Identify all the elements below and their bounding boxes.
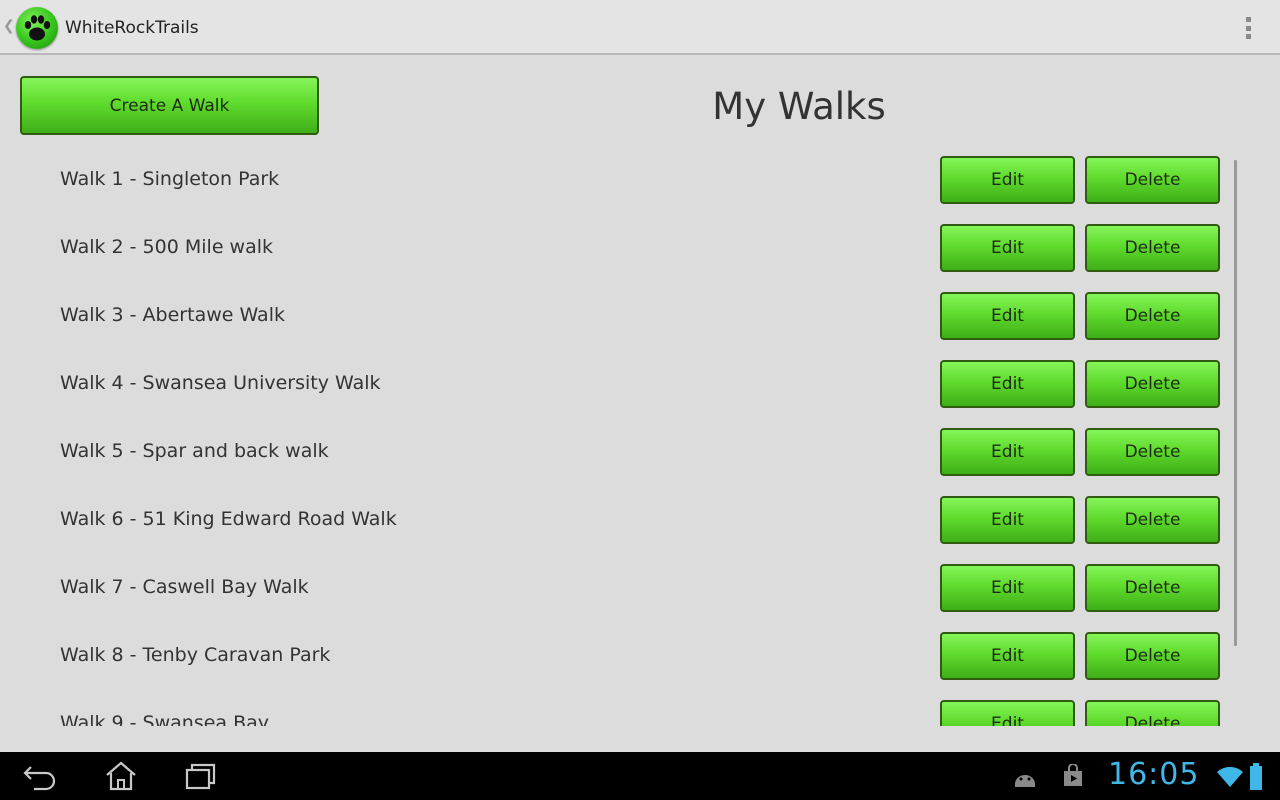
delete-button[interactable]: Delete (1085, 496, 1220, 544)
clock[interactable]: 16:05 (1108, 757, 1199, 792)
edit-button[interactable]: Edit (940, 496, 1075, 544)
list-item: Walk 1 - Singleton Park Edit Delete (0, 148, 1240, 216)
list-item: Walk 8 - Tenby Caravan Park Edit Delete (0, 624, 1240, 692)
delete-button[interactable]: Delete (1085, 360, 1220, 408)
recent-apps-icon[interactable] (184, 760, 218, 792)
walk-label[interactable]: Walk 2 - 500 Mile walk (60, 236, 273, 258)
delete-button[interactable]: Delete (1085, 428, 1220, 476)
wifi-icon[interactable] (1216, 765, 1244, 789)
edit-button[interactable]: Edit (940, 360, 1075, 408)
delete-button[interactable]: Delete (1085, 224, 1220, 272)
paw-icon[interactable] (16, 7, 58, 49)
list-item: Walk 9 - Swansea Bay Edit Delete (0, 692, 1240, 726)
create-walk-button[interactable]: Create A Walk (20, 76, 319, 135)
delete-button[interactable]: Delete (1085, 292, 1220, 340)
walk-label[interactable]: Walk 3 - Abertawe Walk (60, 304, 285, 326)
store-bag-icon[interactable] (1062, 764, 1084, 788)
edit-button[interactable]: Edit (940, 224, 1075, 272)
action-bar: ❮ WhiteRockTrails (0, 0, 1280, 55)
walk-label[interactable]: Walk 4 - Swansea University Walk (60, 372, 381, 394)
scrollbar[interactable] (1234, 160, 1237, 646)
app-title: WhiteRockTrails (65, 18, 199, 38)
edit-button[interactable]: Edit (940, 700, 1075, 726)
delete-button[interactable]: Delete (1085, 564, 1220, 612)
up-caret-icon[interactable]: ❮ (3, 18, 15, 34)
walk-label[interactable]: Walk 6 - 51 King Edward Road Walk (60, 508, 397, 530)
walk-label[interactable]: Walk 8 - Tenby Caravan Park (60, 644, 330, 666)
delete-button[interactable]: Delete (1085, 632, 1220, 680)
page-title: My Walks (712, 85, 886, 128)
walk-label[interactable]: Walk 7 - Caswell Bay Walk (60, 576, 309, 598)
delete-button[interactable]: Delete (1085, 156, 1220, 204)
battery-icon[interactable] (1249, 763, 1263, 791)
walk-label[interactable]: Walk 1 - Singleton Park (60, 168, 279, 190)
list-item: Walk 5 - Spar and back walk Edit Delete (0, 420, 1240, 488)
list-item: Walk 2 - 500 Mile walk Edit Delete (0, 216, 1240, 284)
home-icon[interactable] (104, 760, 138, 792)
edit-button[interactable]: Edit (940, 428, 1075, 476)
edit-button[interactable]: Edit (940, 564, 1075, 612)
back-icon[interactable] (22, 760, 60, 792)
edit-button[interactable]: Edit (940, 156, 1075, 204)
edit-button[interactable]: Edit (940, 292, 1075, 340)
system-nav-bar: 16:05 (0, 752, 1280, 800)
walk-list[interactable]: Walk 1 - Singleton Park Edit Delete Walk… (0, 148, 1240, 726)
android-debug-icon[interactable] (1012, 766, 1038, 788)
list-item: Walk 3 - Abertawe Walk Edit Delete (0, 284, 1240, 352)
walk-label[interactable]: Walk 9 - Swansea Bay (60, 712, 269, 726)
list-item: Walk 7 - Caswell Bay Walk Edit Delete (0, 556, 1240, 624)
walk-label[interactable]: Walk 5 - Spar and back walk (60, 440, 329, 462)
delete-button[interactable]: Delete (1085, 700, 1220, 726)
overflow-menu-icon[interactable] (1238, 14, 1258, 42)
edit-button[interactable]: Edit (940, 632, 1075, 680)
list-item: Walk 6 - 51 King Edward Road Walk Edit D… (0, 488, 1240, 556)
list-item: Walk 4 - Swansea University Walk Edit De… (0, 352, 1240, 420)
